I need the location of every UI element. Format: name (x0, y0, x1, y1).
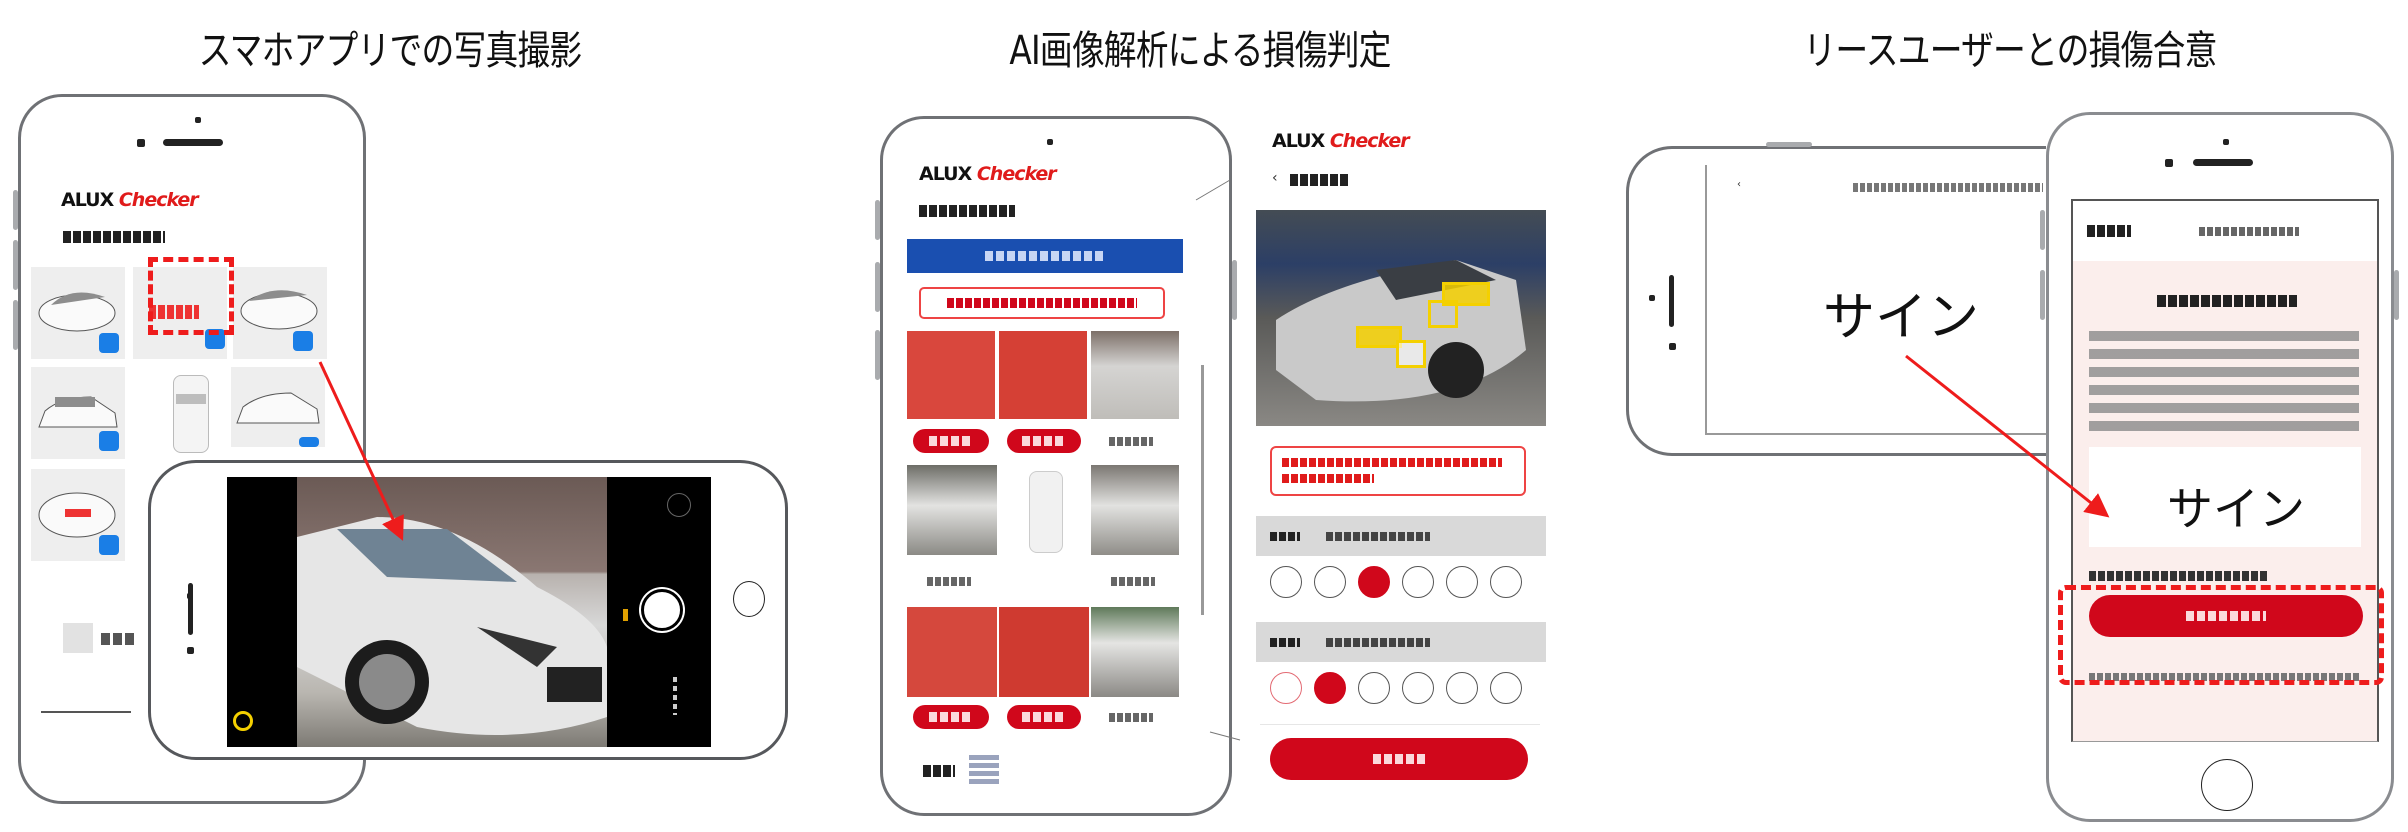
phone-side-button (1766, 142, 1812, 147)
confirm-analysis-button[interactable] (1270, 738, 1528, 780)
photo-left[interactable] (907, 465, 997, 555)
rating-option[interactable] (1490, 672, 1522, 704)
rating-option[interactable] (1314, 672, 1346, 704)
earpiece-speaker (2193, 159, 2253, 166)
damage-tag-button[interactable] (1007, 705, 1081, 729)
photo-rear-right[interactable] (1091, 607, 1179, 697)
phone-side-button (875, 330, 880, 380)
rating-option[interactable] (1446, 672, 1478, 704)
section-heading-agreement: リースユーザーとの損傷合意 (1803, 28, 2217, 74)
signature-portrait: サイン (2167, 482, 2305, 536)
photo-right[interactable] (1091, 465, 1179, 555)
phone-side-button (2040, 210, 2045, 250)
camera-dot (1669, 343, 1676, 350)
agreement-title-placeholder (2157, 295, 2297, 307)
home-button[interactable] (2201, 759, 2253, 811)
screen-title-placeholder (919, 205, 1015, 217)
phone-side-button (875, 200, 880, 240)
rating-option[interactable] (1402, 672, 1434, 704)
footer-logo (969, 755, 999, 787)
phone-side-button (2040, 270, 2045, 320)
phone-side-button (875, 262, 880, 312)
screen-header-left-placeholder (2087, 225, 2131, 237)
screen-header-center-placeholder (2199, 227, 2299, 236)
signature-landscape: サイン (1823, 288, 1980, 348)
section-heading-ai: AI画像解析による損傷判定 (1009, 28, 1391, 74)
warning-box (919, 287, 1165, 319)
camera-dot (1047, 139, 1053, 145)
car-topview-icon (1029, 471, 1063, 553)
divider (1260, 724, 1540, 725)
no-damage-label (1109, 437, 1153, 446)
no-damage-label (1111, 577, 1155, 586)
damage-photo-rear[interactable] (999, 607, 1089, 697)
app-logo: ALUX Checker (1272, 130, 1410, 152)
damage-tag-button[interactable] (1007, 429, 1081, 453)
agreement-highlight (2058, 585, 2384, 685)
banner-text-placeholder (985, 251, 1105, 261)
car-photo-illustration (1276, 260, 1526, 402)
rating-row-1 (1270, 566, 1540, 602)
rating-option[interactable] (1490, 566, 1522, 598)
photo-front-right[interactable] (1091, 331, 1179, 419)
back-chevron-icon[interactable]: ‹ (1737, 179, 1741, 190)
earpiece-speaker (1669, 275, 1674, 327)
no-damage-label (927, 577, 971, 586)
rating-header-2 (1256, 622, 1546, 662)
zoom-connector-lines (1195, 179, 1241, 741)
rating-header-1 (1256, 516, 1546, 556)
rating-option[interactable] (1270, 672, 1302, 704)
app-logo: ALUX Checker (919, 163, 1057, 185)
camera-dot (2223, 139, 2229, 145)
detail-title-placeholder (1290, 174, 1350, 186)
capture-flow-arrow (318, 361, 404, 541)
back-chevron-icon[interactable]: ‹ (1272, 170, 1278, 186)
analysis-detail-screen: ALUX Checker ‹ (1250, 120, 1550, 800)
consent-checkbox-label[interactable] (2089, 571, 2269, 581)
analyzed-car-photo (1256, 210, 1546, 426)
no-damage-label (1109, 713, 1153, 722)
rating-option[interactable] (1446, 566, 1478, 598)
phone-side-button (2394, 270, 2399, 320)
damage-photo-front-left[interactable] (907, 331, 995, 419)
signature-flow-arrow (1905, 354, 2110, 518)
damage-detection-box[interactable] (1428, 300, 1458, 328)
warning-text-placeholder (947, 298, 1137, 308)
footer-label-placeholder (923, 765, 955, 777)
damage-tag-button[interactable] (913, 705, 989, 729)
signature-instruction-placeholder (1853, 183, 2043, 192)
damage-tag-button[interactable] (913, 429, 989, 453)
analysis-result-box (1270, 446, 1526, 496)
damage-photo-rear-left[interactable] (907, 607, 997, 697)
rating-option[interactable] (1270, 566, 1302, 598)
damage-detection-box[interactable] (1396, 340, 1426, 368)
sensor-dot (2165, 159, 2173, 167)
rating-option[interactable] (1314, 566, 1346, 598)
info-banner (907, 239, 1183, 273)
rating-option[interactable] (1402, 566, 1434, 598)
sensor-dot (1649, 295, 1655, 301)
rating-row-2 (1270, 672, 1540, 708)
rating-option[interactable] (1358, 566, 1390, 598)
rating-option[interactable] (1358, 672, 1390, 704)
damage-photo-front[interactable] (999, 331, 1087, 419)
